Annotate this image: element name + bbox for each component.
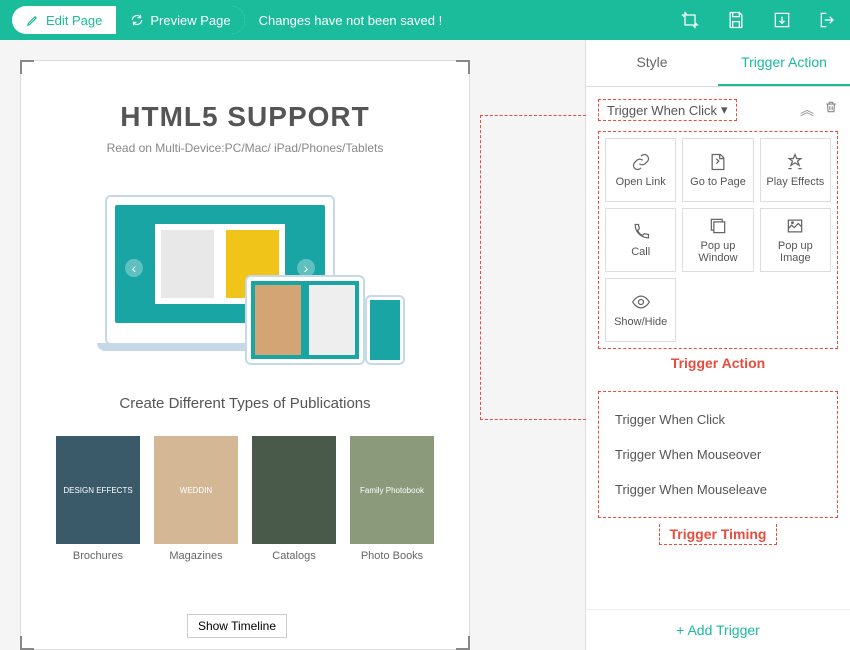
publication-item[interactable]: WEDDIN Magazines xyxy=(154,436,238,562)
publication-cover xyxy=(252,436,336,544)
tablet-graphic xyxy=(245,275,365,365)
action-popup-window[interactable]: Pop up Window xyxy=(682,208,753,272)
action-label: Go to Page xyxy=(690,176,746,188)
publication-label: Magazines xyxy=(154,550,238,562)
trigger-timing-dropdown[interactable]: Trigger When Click ▾ xyxy=(598,99,737,121)
publication-label: Catalogs xyxy=(252,550,336,562)
corner-handle-bl[interactable] xyxy=(20,636,34,650)
timing-option[interactable]: Trigger When Click xyxy=(609,402,827,437)
publication-item[interactable]: Catalogs xyxy=(252,436,336,562)
panel-tabs: Style Trigger Action xyxy=(586,40,850,87)
annotation-trigger-action: Trigger Action xyxy=(598,355,838,371)
play-effects-icon xyxy=(785,152,805,172)
call-icon xyxy=(631,222,651,242)
action-label: Play Effects xyxy=(766,176,824,188)
trigger-timing-list: Trigger When ClickTrigger When Mouseover… xyxy=(598,391,838,518)
open-link-icon xyxy=(631,152,651,172)
timing-option[interactable]: Trigger When Mouseover xyxy=(609,437,827,472)
tab-trigger-action[interactable]: Trigger Action xyxy=(718,40,850,86)
refresh-icon xyxy=(130,13,144,27)
publications-row: DESIGN EFFECTS Brochures WEDDIN Magazines Ca… xyxy=(51,436,439,562)
action-call[interactable]: Call xyxy=(605,208,676,272)
phone-graphic xyxy=(365,295,405,365)
pencil-icon xyxy=(26,13,40,27)
corner-handle-tr[interactable] xyxy=(456,60,470,74)
action-label: Open Link xyxy=(616,176,666,188)
edit-page-button[interactable]: Edit Page xyxy=(12,6,116,34)
show-timeline-button[interactable]: Show Timeline xyxy=(187,614,287,638)
delete-icon[interactable] xyxy=(824,100,838,120)
publication-cover: WEDDIN xyxy=(154,436,238,544)
popup-window-icon xyxy=(708,216,728,236)
annotation-connector xyxy=(480,115,586,420)
collapse-icon[interactable]: ︽ xyxy=(800,100,814,120)
page-subtitle: Read on Multi-Device:PC/Mac/ iPad/Phones… xyxy=(51,141,439,155)
top-toolbar: Edit Page Preview Page Changes have not … xyxy=(0,0,850,40)
corner-handle-br[interactable] xyxy=(456,636,470,650)
action-go-to-page[interactable]: Go to Page xyxy=(682,138,753,202)
save-icon[interactable] xyxy=(726,10,746,30)
edit-page-label: Edit Page xyxy=(46,13,102,28)
trigger-action-grid: Open Link Go to Page Play Effects Call Pop u… xyxy=(598,131,838,349)
publication-cover: Family Photobook xyxy=(350,436,434,544)
publication-cover: DESIGN EFFECTS xyxy=(56,436,140,544)
action-label: Show/Hide xyxy=(614,316,667,328)
devices-illustration: ‹› xyxy=(85,185,405,365)
trigger-dropdown-label: Trigger When Click xyxy=(607,103,717,118)
canvas-area: HTML5 SUPPORT Read on Multi-Device:PC/Ma… xyxy=(0,40,585,650)
preview-page-label: Preview Page xyxy=(150,13,230,28)
action-label: Call xyxy=(631,246,650,258)
right-panel: Style Trigger Action Trigger When Click … xyxy=(585,40,850,650)
publication-item[interactable]: DESIGN EFFECTS Brochures xyxy=(56,436,140,562)
page-canvas[interactable]: HTML5 SUPPORT Read on Multi-Device:PC/Ma… xyxy=(20,60,470,650)
popup-image-icon xyxy=(785,216,805,236)
corner-handle-tl[interactable] xyxy=(20,60,34,74)
import-icon[interactable] xyxy=(772,10,792,30)
section-title: Create Different Types of Publications xyxy=(51,395,439,412)
publication-item[interactable]: Family Photobook Photo Books xyxy=(350,436,434,562)
publication-label: Brochures xyxy=(56,550,140,562)
tab-style[interactable]: Style xyxy=(586,40,718,86)
action-label: Pop up Window xyxy=(685,240,750,264)
go-to-page-icon xyxy=(708,152,728,172)
add-trigger-button[interactable]: + Add Trigger xyxy=(586,609,850,650)
annotation-trigger-timing: Trigger Timing xyxy=(659,524,778,545)
action-show-hide[interactable]: Show/Hide xyxy=(605,278,676,342)
action-popup-image[interactable]: Pop up Image xyxy=(760,208,831,272)
unsaved-message: Changes have not been saved ! xyxy=(259,13,443,28)
mode-toggle: Edit Page Preview Page xyxy=(12,6,245,34)
crop-icon[interactable] xyxy=(680,10,700,30)
publication-label: Photo Books xyxy=(350,550,434,562)
exit-icon[interactable] xyxy=(818,10,838,30)
timing-option[interactable]: Trigger When Mouseleave xyxy=(609,472,827,507)
preview-page-button[interactable]: Preview Page xyxy=(116,6,244,34)
caret-down-icon: ▾ xyxy=(721,102,728,118)
action-label: Pop up Image xyxy=(763,240,828,264)
page-title: HTML5 SUPPORT xyxy=(51,101,439,133)
action-open-link[interactable]: Open Link xyxy=(605,138,676,202)
action-play-effects[interactable]: Play Effects xyxy=(760,138,831,202)
show-hide-icon xyxy=(631,292,651,312)
